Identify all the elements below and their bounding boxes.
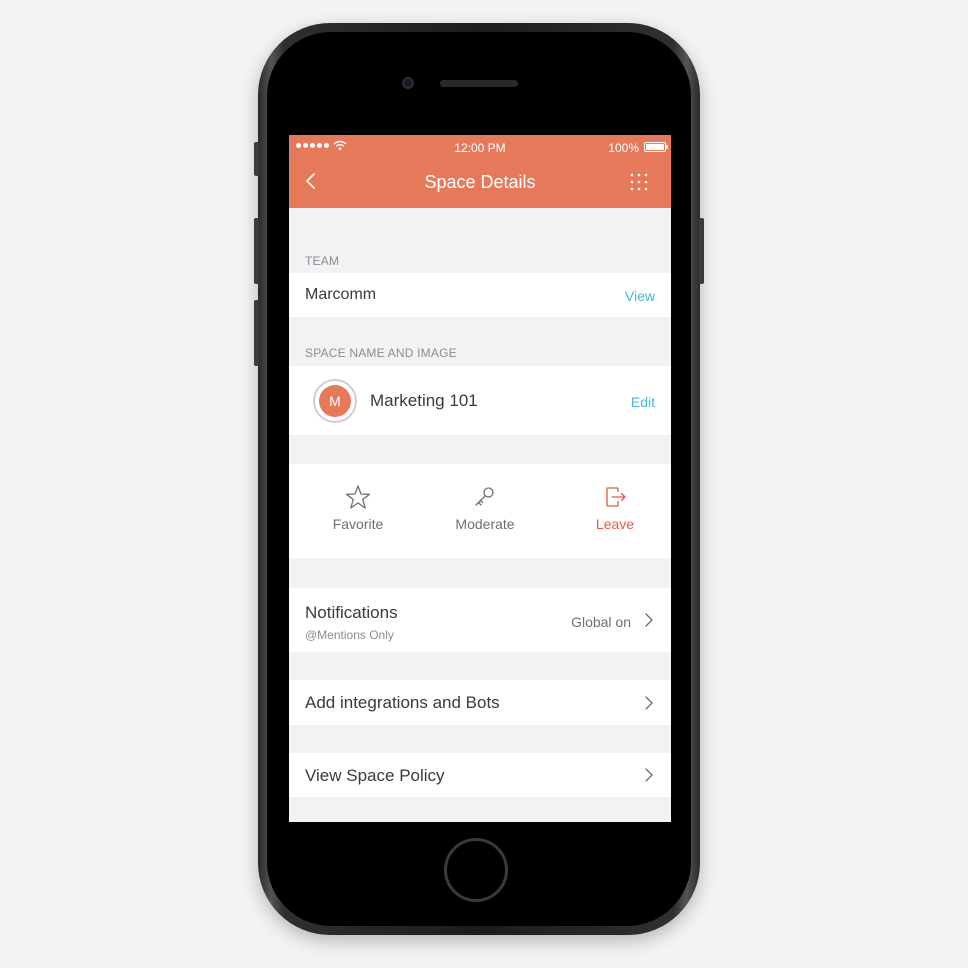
page-title: Space Details bbox=[424, 172, 536, 192]
space-row: M Marketing 101 Edit bbox=[289, 366, 671, 435]
power-button bbox=[699, 218, 704, 284]
favorite-button[interactable]: Favorite bbox=[308, 484, 408, 532]
moderate-button[interactable]: Moderate bbox=[435, 484, 535, 532]
policy-row[interactable]: View Space Policy bbox=[289, 753, 671, 797]
key-icon bbox=[475, 487, 494, 506]
home-button[interactable] bbox=[444, 838, 508, 902]
space-avatar[interactable]: M bbox=[313, 379, 357, 423]
leave-button[interactable]: Leave bbox=[565, 484, 665, 532]
chevron-right-icon bbox=[645, 768, 653, 782]
avatar-initial: M bbox=[319, 385, 351, 417]
notifications-row[interactable]: Notifications @Mentions Only Global on bbox=[289, 588, 671, 652]
team-section-label: TEAM bbox=[305, 254, 340, 268]
app-grid-icon[interactable] bbox=[629, 172, 649, 192]
earpiece-speaker bbox=[440, 80, 518, 87]
integrations-title: Add integrations and Bots bbox=[305, 693, 500, 712]
star-icon bbox=[345, 485, 371, 509]
battery-percent: 100% bbox=[608, 141, 639, 155]
team-row[interactable]: Marcomm View bbox=[289, 273, 671, 317]
policy-title: View Space Policy bbox=[305, 766, 445, 785]
actions-row: Favorite Moderate Leave bbox=[289, 464, 671, 558]
leave-icon bbox=[606, 487, 626, 507]
notifications-value: Global on bbox=[571, 614, 631, 630]
chevron-right-icon bbox=[645, 696, 653, 710]
space-edit-link[interactable]: Edit bbox=[631, 394, 655, 410]
stage: 12:00 PM 100% Space Details TEAM Marcomm… bbox=[0, 0, 968, 968]
chevron-right-icon bbox=[645, 613, 653, 627]
notifications-title: Notifications bbox=[305, 603, 398, 622]
integrations-row[interactable]: Add integrations and Bots bbox=[289, 680, 671, 725]
front-camera bbox=[402, 77, 414, 89]
volume-up-button bbox=[254, 218, 259, 284]
battery-icon bbox=[644, 142, 668, 152]
nav-bar: 12:00 PM 100% Space Details bbox=[289, 135, 671, 208]
space-section-label: SPACE NAME AND IMAGE bbox=[305, 346, 457, 360]
space-name: Marketing 101 bbox=[370, 391, 478, 410]
app-screen: 12:00 PM 100% Space Details TEAM Marcomm… bbox=[289, 135, 671, 822]
team-name: Marcomm bbox=[305, 286, 377, 303]
volume-down-button bbox=[254, 300, 259, 366]
team-view-link[interactable]: View bbox=[625, 288, 655, 304]
moderate-label: Moderate bbox=[455, 516, 515, 532]
mute-switch bbox=[254, 142, 259, 176]
favorite-label: Favorite bbox=[332, 516, 384, 532]
notifications-subtitle: @Mentions Only bbox=[305, 628, 394, 642]
status-bar: 12:00 PM 100% bbox=[289, 135, 671, 159]
leave-label: Leave bbox=[595, 516, 635, 532]
